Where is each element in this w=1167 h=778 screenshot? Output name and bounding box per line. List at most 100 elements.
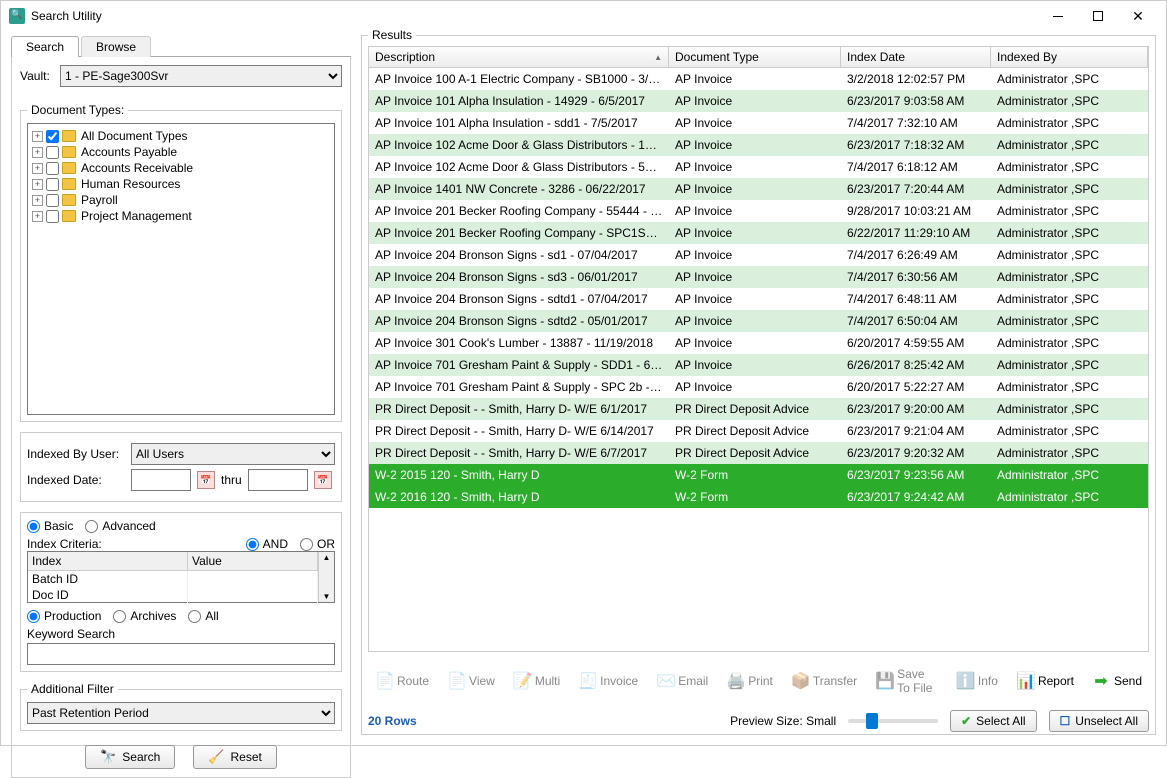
sort-asc-icon: ▲ — [654, 53, 662, 62]
tree-item[interactable]: + Accounts Receivable — [32, 160, 330, 176]
transfer-button[interactable]: 📦Transfer — [784, 666, 864, 696]
col-description[interactable]: Description▲ — [369, 47, 669, 67]
date-to-input[interactable] — [248, 469, 308, 491]
result-row[interactable]: AP Invoice 204 Bronson Signs - sd1 - 07/… — [369, 244, 1148, 266]
doctypes-legend: Document Types: — [27, 103, 128, 117]
report-button[interactable]: 📊Report — [1009, 666, 1081, 696]
source-archives[interactable]: Archives — [113, 609, 176, 623]
tree-item[interactable]: + Payroll — [32, 192, 330, 208]
source-all[interactable]: All — [188, 609, 218, 623]
window-title: Search Utility — [31, 9, 1038, 23]
preview-size-slider[interactable] — [848, 719, 938, 723]
criteria-or[interactable]: OR — [300, 537, 335, 551]
tree-checkbox[interactable] — [46, 146, 59, 159]
keyword-input[interactable] — [27, 643, 335, 665]
result-row[interactable]: AP Invoice 201 Becker Roofing Company - … — [369, 222, 1148, 244]
results-toolbar: 📄Route 📄View 📝Multi 🧾Invoice ✉️Email 🖨️P… — [362, 658, 1155, 704]
col-value[interactable]: Value — [188, 552, 318, 570]
tree-checkbox[interactable] — [46, 178, 59, 191]
date-to-picker-icon[interactable]: 📅 — [314, 471, 332, 489]
tree-item[interactable]: + Project Management — [32, 208, 330, 224]
print-button[interactable]: 🖨️Print — [719, 666, 780, 696]
criteria-and[interactable]: AND — [246, 537, 288, 551]
tree-label: Accounts Payable — [81, 145, 177, 159]
result-row[interactable]: PR Direct Deposit - - Smith, Harry D- W/… — [369, 420, 1148, 442]
result-row[interactable]: AP Invoice 204 Bronson Signs - sdtd1 - 0… — [369, 288, 1148, 310]
search-button[interactable]: 🔭Search — [85, 745, 175, 769]
filter-select[interactable]: Past Retention Period — [27, 702, 335, 724]
scroll-down-icon: ▼ — [323, 591, 331, 602]
send-button[interactable]: ➡Send — [1085, 666, 1149, 696]
tree-checkbox[interactable] — [46, 162, 59, 175]
tab-search[interactable]: Search — [11, 36, 79, 57]
date-from-input[interactable] — [131, 469, 191, 491]
result-row[interactable]: AP Invoice 701 Gresham Paint & Supply - … — [369, 354, 1148, 376]
result-row[interactable]: AP Invoice 102 Acme Door & Glass Distrib… — [369, 134, 1148, 156]
invoice-button[interactable]: 🧾Invoice — [571, 666, 645, 696]
result-row[interactable]: AP Invoice 101 Alpha Insulation - 14929 … — [369, 90, 1148, 112]
tree-label: Payroll — [81, 193, 118, 207]
doctypes-tree[interactable]: + All Document Types+ Accounts Payable+ … — [27, 123, 335, 415]
result-row[interactable]: AP Invoice 102 Acme Door & Glass Distrib… — [369, 156, 1148, 178]
col-index[interactable]: Index — [28, 552, 188, 570]
tree-checkbox[interactable] — [46, 194, 59, 207]
tree-item[interactable]: + Human Resources — [32, 176, 330, 192]
expand-icon[interactable]: + — [32, 195, 43, 206]
date-from-picker-icon[interactable]: 📅 — [197, 471, 215, 489]
send-icon: ➡ — [1092, 671, 1110, 691]
col-indexedby[interactable]: Indexed By — [991, 47, 1148, 67]
result-row[interactable]: W-2 2015 120 - Smith, Harry DW-2 Form6/2… — [369, 464, 1148, 486]
tab-browse[interactable]: Browse — [81, 36, 151, 57]
expand-icon[interactable]: + — [32, 163, 43, 174]
expand-icon[interactable]: + — [32, 131, 43, 142]
col-doctype[interactable]: Document Type — [669, 47, 841, 67]
result-row[interactable]: AP Invoice 204 Bronson Signs - sdtd2 - 0… — [369, 310, 1148, 332]
maximize-button[interactable] — [1078, 2, 1118, 30]
info-icon: ℹ️ — [956, 671, 974, 691]
multi-button[interactable]: 📝Multi — [506, 666, 567, 696]
reset-button[interactable]: 🧹Reset — [193, 745, 277, 769]
expand-icon[interactable]: + — [32, 147, 43, 158]
result-row[interactable]: AP Invoice 100 A-1 Electric Company - SB… — [369, 68, 1148, 90]
minimize-button[interactable] — [1038, 2, 1078, 30]
tree-checkbox[interactable] — [46, 130, 59, 143]
folder-icon — [62, 210, 76, 222]
result-row[interactable]: PR Direct Deposit - - Smith, Harry D- W/… — [369, 398, 1148, 420]
source-production[interactable]: Production — [27, 609, 101, 623]
keyword-label: Keyword Search — [27, 627, 335, 641]
savefile-button[interactable]: 💾Save To File — [868, 662, 945, 700]
mode-basic[interactable]: Basic — [27, 519, 73, 533]
result-row[interactable]: W-2 2016 120 - Smith, Harry DW-2 Form6/2… — [369, 486, 1148, 508]
result-row[interactable]: AP Invoice 101 Alpha Insulation - sdd1 -… — [369, 112, 1148, 134]
tree-item[interactable]: + All Document Types — [32, 128, 330, 144]
tree-item[interactable]: + Accounts Payable — [32, 144, 330, 160]
result-row[interactable]: AP Invoice 301 Cook's Lumber - 13887 - 1… — [369, 332, 1148, 354]
expand-icon[interactable]: + — [32, 211, 43, 222]
close-button[interactable]: ✕ — [1118, 2, 1158, 30]
uncheck-icon: ☐ — [1060, 714, 1071, 728]
vault-select[interactable]: 1 - PE-Sage300Svr — [60, 65, 342, 87]
report-icon: 📊 — [1016, 671, 1034, 691]
result-row[interactable]: AP Invoice 1401 NW Concrete - 3286 - 06/… — [369, 178, 1148, 200]
email-button[interactable]: ✉️Email — [649, 666, 715, 696]
select-all-button[interactable]: ✔Select All — [950, 710, 1036, 732]
criteria-row[interactable]: Batch ID — [28, 571, 188, 587]
expand-icon[interactable]: + — [32, 179, 43, 190]
result-row[interactable]: AP Invoice 201 Becker Roofing Company - … — [369, 200, 1148, 222]
view-button[interactable]: 📄View — [440, 666, 502, 696]
unselect-all-button[interactable]: ☐Unselect All — [1049, 710, 1149, 732]
tree-checkbox[interactable] — [46, 210, 59, 223]
criteria-row[interactable]: Doc ID — [28, 587, 188, 603]
route-button[interactable]: 📄Route — [368, 666, 436, 696]
indexed-by-select[interactable]: All Users — [131, 443, 335, 465]
folder-icon — [62, 178, 76, 190]
result-row[interactable]: AP Invoice 701 Gresham Paint & Supply - … — [369, 376, 1148, 398]
doctypes-group: Document Types: + All Document Types+ Ac… — [20, 103, 342, 422]
col-indexdate[interactable]: Index Date — [841, 47, 991, 67]
mode-advanced[interactable]: Advanced — [85, 519, 155, 533]
info-button[interactable]: ℹ️Info — [949, 666, 1005, 696]
index-criteria-table[interactable]: Index Value Batch ID Doc ID ▲ ▼ — [27, 551, 335, 603]
criteria-scrollbar[interactable]: ▲ ▼ — [318, 552, 334, 602]
result-row[interactable]: PR Direct Deposit - - Smith, Harry D- W/… — [369, 442, 1148, 464]
result-row[interactable]: AP Invoice 204 Bronson Signs - sd3 - 06/… — [369, 266, 1148, 288]
